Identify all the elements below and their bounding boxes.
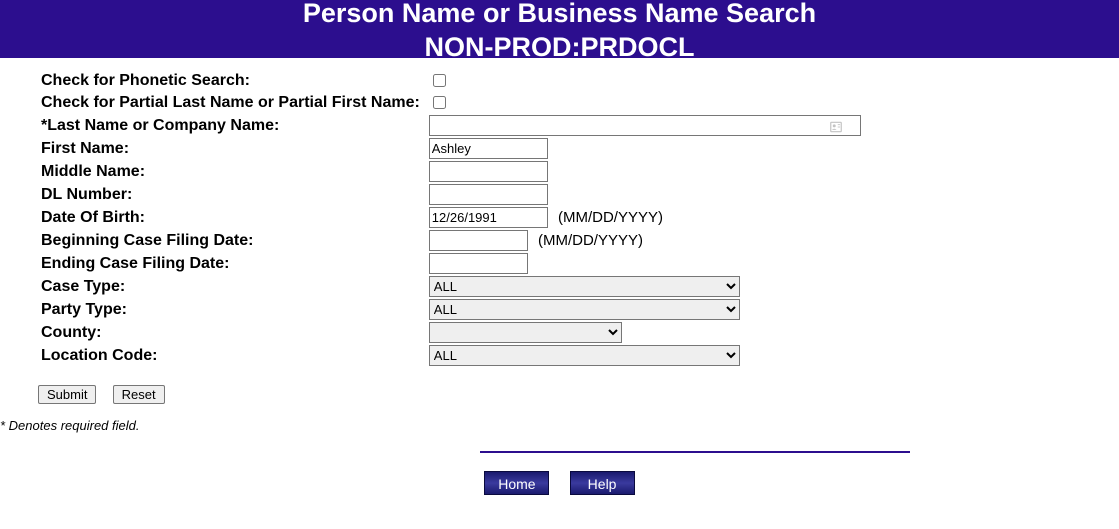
home-button[interactable]: Home bbox=[484, 471, 549, 495]
firstname-input[interactable] bbox=[429, 138, 548, 159]
middlename-label: Middle Name: bbox=[38, 160, 426, 183]
help-button[interactable]: Help bbox=[570, 471, 635, 495]
case-type-select[interactable]: ALL bbox=[429, 276, 740, 297]
header-subtitle: NON-PROD:PRDOCL bbox=[0, 31, 1119, 58]
header-title: Person Name or Business Name Search bbox=[0, 0, 1119, 29]
dob-hint: (MM/DD/YYYY) bbox=[552, 209, 663, 226]
begin-date-hint: (MM/DD/YYYY) bbox=[532, 232, 643, 249]
party-type-label: Party Type: bbox=[38, 298, 426, 321]
footer-divider bbox=[480, 451, 910, 453]
lastname-label: *Last Name or Company Name: bbox=[38, 114, 426, 137]
begin-date-input[interactable] bbox=[429, 230, 528, 251]
partial-checkbox[interactable] bbox=[433, 96, 446, 109]
dlnumber-input[interactable] bbox=[429, 184, 548, 205]
partial-label: Check for Partial Last Name or Partial F… bbox=[38, 92, 426, 114]
case-type-label: Case Type: bbox=[38, 275, 426, 298]
dlnumber-label: DL Number: bbox=[38, 183, 426, 206]
reset-button[interactable]: Reset bbox=[113, 385, 165, 404]
phonetic-checkbox[interactable] bbox=[433, 74, 446, 87]
begin-date-label: Beginning Case Filing Date: bbox=[38, 229, 426, 252]
phonetic-label: Check for Phonetic Search: bbox=[38, 70, 426, 92]
end-date-input[interactable] bbox=[429, 253, 528, 274]
end-date-label: Ending Case Filing Date: bbox=[38, 252, 426, 275]
required-footnote: * Denotes required field. bbox=[0, 404, 1119, 433]
footer: Home Help bbox=[0, 451, 1119, 495]
page-header: Person Name or Business Name Search NON-… bbox=[0, 0, 1119, 58]
county-label: County: bbox=[38, 321, 426, 344]
search-form: Check for Phonetic Search: Check for Par… bbox=[0, 58, 1119, 367]
lastname-input[interactable] bbox=[429, 115, 861, 136]
location-select[interactable]: ALL bbox=[429, 345, 740, 366]
location-label: Location Code: bbox=[38, 344, 426, 367]
dob-label: Date Of Birth: bbox=[38, 206, 426, 229]
contact-card-icon bbox=[829, 120, 843, 134]
county-select[interactable] bbox=[429, 322, 622, 343]
party-type-select[interactable]: ALL bbox=[429, 299, 740, 320]
submit-button[interactable]: Submit bbox=[38, 385, 96, 404]
button-row: Submit Reset bbox=[0, 367, 1119, 404]
middlename-input[interactable] bbox=[429, 161, 548, 182]
firstname-label: First Name: bbox=[38, 137, 426, 160]
dob-input[interactable] bbox=[429, 207, 548, 228]
